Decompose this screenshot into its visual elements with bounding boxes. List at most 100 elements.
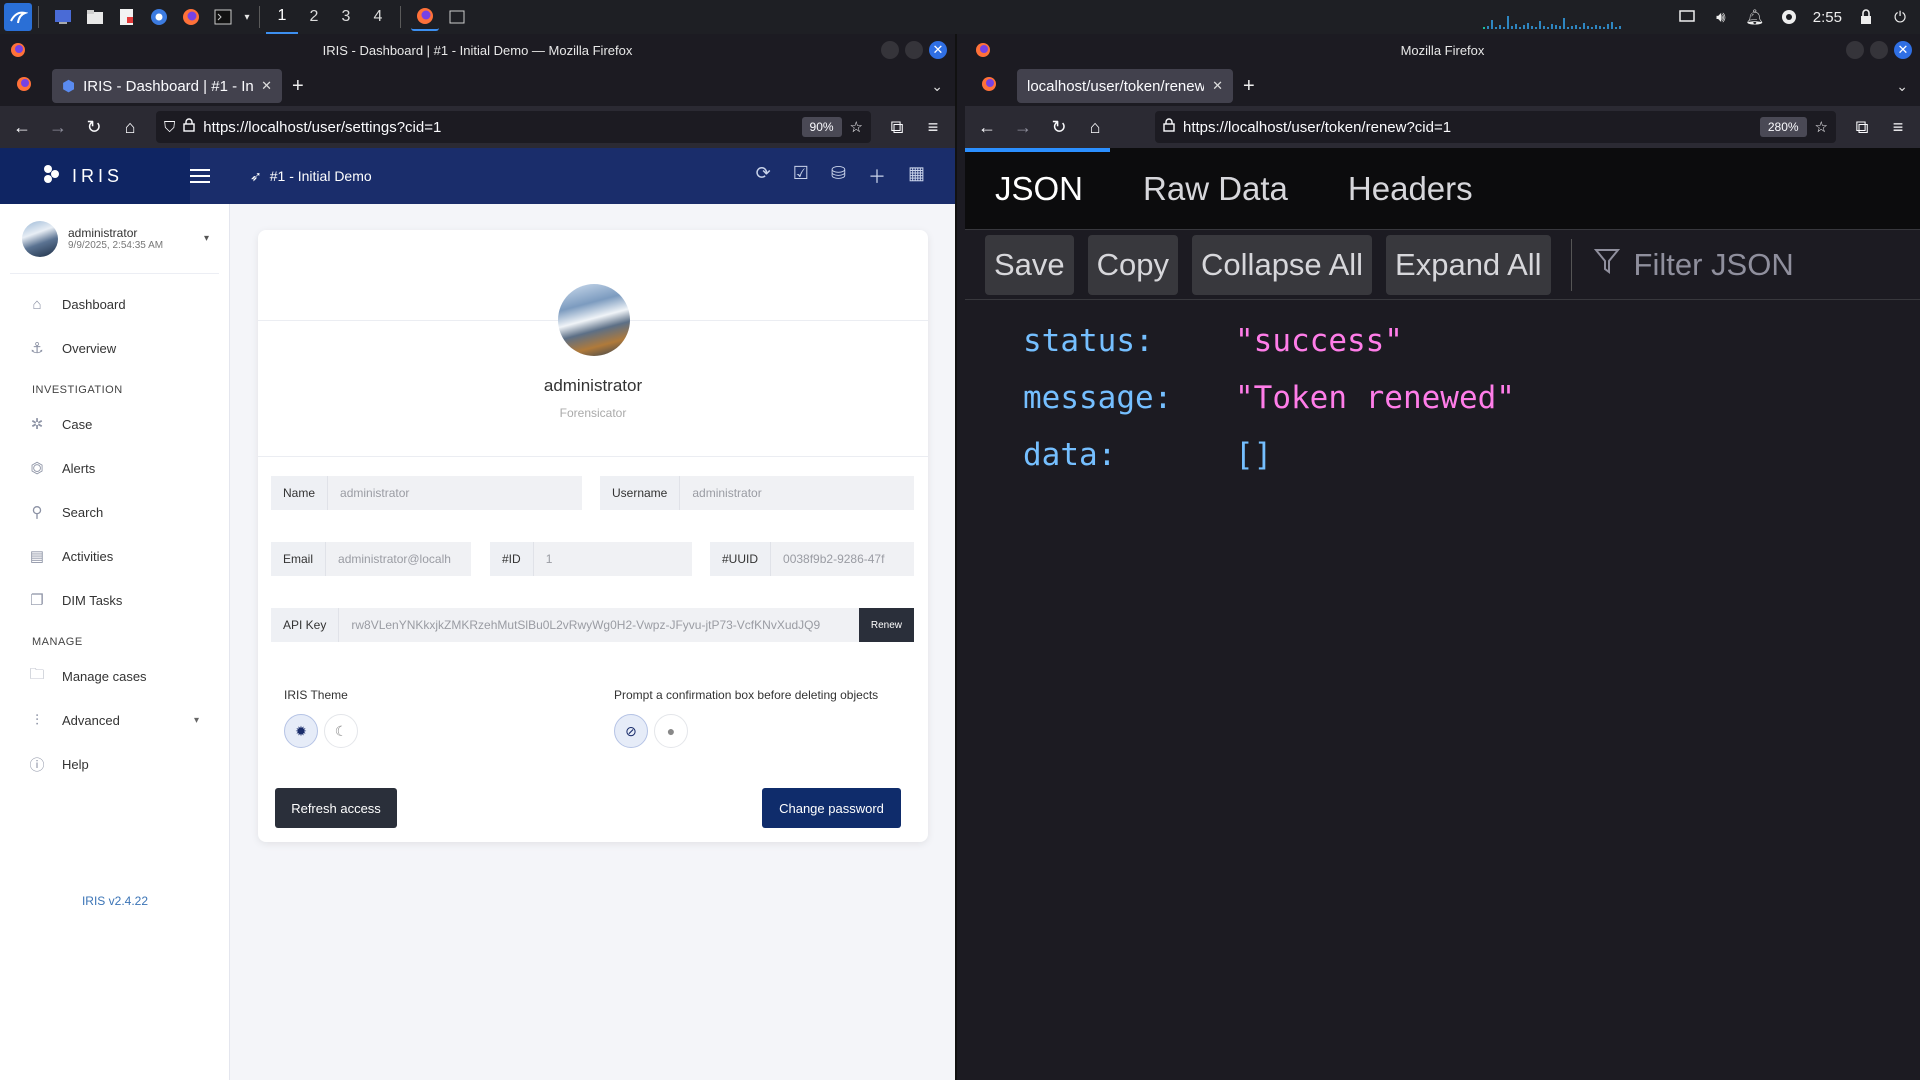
url-text[interactable]: https://localhost/user/settings?cid=1 (203, 119, 793, 136)
zoom-indicator[interactable]: 90% (801, 117, 842, 137)
save-button[interactable]: Save (985, 234, 1074, 295)
bookmark-star-icon[interactable]: ☆ (1815, 118, 1828, 136)
iris-version[interactable]: IRIS v2.4.22 (0, 894, 230, 908)
back-button[interactable]: ← (971, 111, 1003, 143)
sidebar-item-overview[interactable]: ⚓︎ Overview (0, 326, 229, 370)
sidebar-item-case[interactable]: ✲ Case (0, 402, 229, 446)
api-key-input[interactable]: rw8VLenYNKkxjkZMKRzehMutSlBu0L2vRwyWg0H2… (339, 608, 859, 642)
close-button[interactable]: ✕ (1894, 41, 1912, 59)
new-tab-button[interactable]: + (1243, 75, 1255, 98)
user-box[interactable]: administrator 9/9/2025, 2:54:35 AM ▾ (10, 204, 219, 274)
json-row[interactable]: status: "success" (1023, 312, 1920, 369)
copy-button[interactable]: Copy (1087, 234, 1179, 295)
sidebar-item-alerts[interactable]: ⏣ Alerts (0, 446, 229, 490)
notification-bell-icon[interactable]: 🔔︎ (1745, 7, 1765, 27)
power-status-icon[interactable] (1779, 7, 1799, 27)
zoom-indicator[interactable]: 280% (1759, 117, 1807, 137)
reload-button[interactable]: ↻ (78, 111, 110, 143)
minimize-button[interactable] (881, 41, 899, 59)
refresh-access-button[interactable]: Refresh access (275, 788, 397, 828)
url-bar[interactable]: ⛉ https://localhost/user/settings?cid=1 … (156, 111, 871, 143)
back-button[interactable]: ← (6, 111, 38, 143)
sidebar-item-search[interactable]: ⚲ Search (0, 490, 229, 534)
reload-button[interactable]: ↻ (1043, 111, 1075, 143)
workspace-1[interactable]: 1 (266, 0, 298, 34)
maximize-button[interactable] (1870, 41, 1888, 59)
extensions-icon[interactable]: ⧉ (881, 111, 913, 143)
sidebar-item-dashboard[interactable]: ⌂ Dashboard (0, 282, 229, 326)
extensions-icon[interactable]: ⧉ (1846, 111, 1878, 143)
list-all-tabs-icon[interactable]: ⌄ (931, 78, 943, 95)
email-input[interactable]: administrator@localh (326, 542, 471, 576)
file-manager-icon[interactable] (81, 3, 109, 31)
workspace-2[interactable]: 2 (298, 0, 330, 34)
username-input[interactable]: administrator (680, 476, 914, 510)
menu-icon[interactable]: ≡ (917, 111, 949, 143)
apps-grid-icon[interactable]: ▦ (908, 163, 925, 189)
database-icon[interactable]: ⛁ (831, 163, 846, 189)
chromium-icon[interactable] (145, 3, 173, 31)
browser-tab[interactable]: localhost/user/token/renew?cid=1 ✕ (1017, 69, 1233, 103)
home-button[interactable]: ⌂ (114, 111, 146, 143)
close-button[interactable]: ✕ (929, 41, 947, 59)
list-all-tabs-icon[interactable]: ⌄ (1896, 78, 1908, 95)
name-input[interactable]: administrator (328, 476, 582, 510)
sidebar-item-activities[interactable]: ▤ Activities (0, 534, 229, 578)
forward-button[interactable]: → (42, 111, 74, 143)
lock-icon[interactable] (183, 118, 195, 136)
forward-button[interactable]: → (1007, 111, 1039, 143)
volume-icon[interactable]: 🔊︎ (1711, 7, 1731, 27)
hamburger-menu-icon[interactable] (190, 169, 210, 183)
kali-menu-icon[interactable] (4, 3, 32, 31)
caret-down-icon[interactable]: ▾ (204, 233, 209, 244)
terminal-icon[interactable] (209, 3, 237, 31)
renew-button[interactable]: Renew (858, 608, 914, 642)
tab-headers[interactable]: Headers (1348, 170, 1473, 208)
sidebar-item-advanced[interactable]: ⫶ Advanced ▾ (0, 698, 229, 742)
home-button[interactable]: ⌂ (1079, 111, 1111, 143)
maximize-button[interactable] (905, 41, 923, 59)
logout-icon[interactable]: ⏻ (1890, 7, 1910, 27)
firefox-view-icon[interactable] (16, 76, 32, 97)
add-icon[interactable]: ＋ (868, 163, 886, 189)
json-row[interactable]: message: "Token renewed" (1023, 369, 1920, 426)
new-tab-button[interactable]: + (292, 75, 304, 98)
shield-icon[interactable]: ⛉ (164, 119, 175, 136)
dark-theme-button[interactable]: ☾ (324, 714, 358, 748)
text-editor-icon[interactable] (113, 3, 141, 31)
desktop-icon[interactable] (49, 3, 77, 31)
workspace-4[interactable]: 4 (362, 0, 394, 34)
chevron-down-icon[interactable]: ▾ (241, 3, 253, 31)
minimize-button[interactable] (1846, 41, 1864, 59)
lock-icon[interactable] (1856, 7, 1876, 27)
tab-raw-data[interactable]: Raw Data (1143, 170, 1288, 208)
close-tab-icon[interactable]: ✕ (1212, 78, 1223, 94)
case-title[interactable]: ➶ #1 - Initial Demo (250, 168, 372, 185)
change-password-button[interactable]: Change password (762, 788, 901, 828)
light-theme-button[interactable]: ✹ (284, 714, 318, 748)
url-text[interactable]: https://localhost/user/token/renew?cid=1 (1183, 119, 1752, 136)
sync-icon[interactable]: ⟳ (756, 163, 771, 189)
id-input[interactable]: 1 (533, 542, 692, 576)
filter-json-input[interactable]: Filter JSON (1570, 238, 1794, 291)
collapse-all-button[interactable]: Collapse All (1192, 234, 1373, 295)
json-row[interactable]: data: [] (1023, 426, 1920, 483)
tab-json[interactable]: JSON (995, 170, 1083, 208)
confirm-disabled-button[interactable]: ⊘ (614, 714, 648, 748)
lock-icon[interactable] (1163, 118, 1175, 136)
terminal-window-icon[interactable] (443, 3, 471, 31)
menu-icon[interactable]: ≡ (1882, 111, 1914, 143)
confirm-enabled-button[interactable]: ● (654, 714, 688, 748)
close-tab-icon[interactable]: ✕ (261, 78, 272, 94)
firefox-window-icon[interactable] (411, 3, 439, 31)
sidebar-item-dim-tasks[interactable]: ❐ DIM Tasks (0, 578, 229, 622)
iris-logo[interactable]: IRIS (0, 148, 190, 204)
sidebar-item-manage-cases[interactable]: 🗀 Manage cases (0, 654, 229, 698)
expand-all-button[interactable]: Expand All (1386, 234, 1551, 295)
browser-tab[interactable]: ⬢ IRIS - Dashboard | #1 - Initial Demo ✕ (52, 69, 282, 103)
checkbox-icon[interactable]: ☑ (793, 163, 809, 189)
url-bar[interactable]: https://localhost/user/token/renew?cid=1… (1155, 111, 1836, 143)
bookmark-star-icon[interactable]: ☆ (850, 118, 863, 136)
firefox-view-icon[interactable] (981, 76, 997, 97)
display-icon[interactable] (1677, 7, 1697, 27)
